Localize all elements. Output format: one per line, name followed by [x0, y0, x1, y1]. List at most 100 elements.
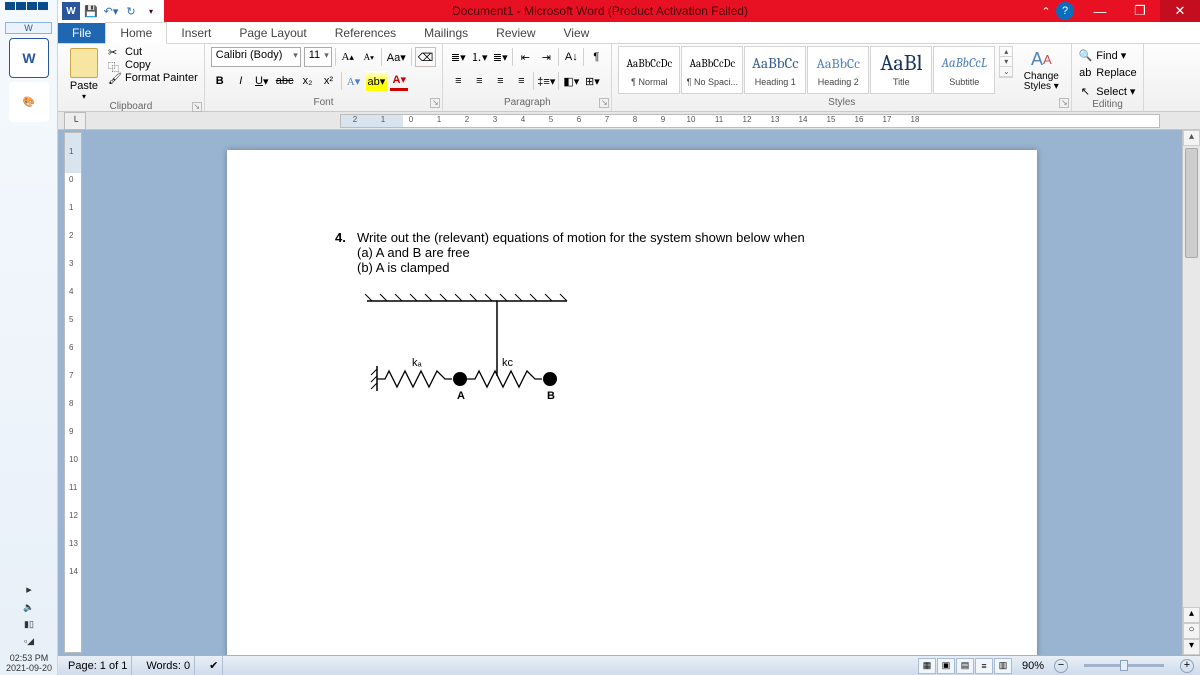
- word-app-icon[interactable]: W: [62, 2, 80, 20]
- outline-view[interactable]: ≡: [975, 658, 993, 674]
- fullscreen-reading-view[interactable]: ▣: [937, 658, 955, 674]
- prev-page-icon[interactable]: ▴: [1183, 607, 1200, 623]
- borders-button[interactable]: ⊞▾: [583, 71, 601, 91]
- bold-button[interactable]: B: [211, 71, 229, 91]
- find-icon: 🔍: [1078, 48, 1092, 62]
- undo-icon[interactable]: ↶▾: [102, 2, 120, 20]
- next-page-icon[interactable]: ▾: [1183, 639, 1200, 655]
- proofing-button[interactable]: ✔: [205, 656, 223, 675]
- change-styles-button[interactable]: AA Change Styles ▾: [1017, 46, 1065, 92]
- tab-view[interactable]: View: [550, 23, 604, 43]
- align-center-button[interactable]: ≡: [470, 71, 488, 91]
- vertical-ruler[interactable]: 2101234567891011121314: [64, 132, 82, 653]
- page-indicator[interactable]: Page: 1 of 1: [64, 656, 132, 675]
- text-effects-button[interactable]: A▾: [345, 71, 363, 91]
- tab-page-layout[interactable]: Page Layout: [225, 23, 320, 43]
- tab-review[interactable]: Review: [482, 23, 549, 43]
- bullets-button[interactable]: ≣▾: [449, 47, 467, 67]
- tab-file[interactable]: File: [58, 23, 105, 43]
- draft-view[interactable]: ▥: [994, 658, 1012, 674]
- vertical-scrollbar[interactable]: ▴ ▴ ○ ▾: [1182, 130, 1200, 655]
- web-layout-view[interactable]: ▤: [956, 658, 974, 674]
- network-icon[interactable]: ▫◢: [24, 636, 34, 647]
- grow-font-button[interactable]: A▴: [339, 47, 357, 67]
- print-layout-view[interactable]: ▦: [918, 658, 936, 674]
- minimize-button[interactable]: —: [1080, 0, 1120, 22]
- quick-access-title: W: [5, 22, 52, 34]
- numbering-button[interactable]: ⒈▾: [470, 47, 488, 67]
- paragraph-group: ≣▾ ⒈▾ ≣▾ ⇤ ⇥ A↓ ¶ ≡ ≡ ≡ ≡ ‡≡: [443, 44, 612, 111]
- horizontal-ruler[interactable]: 210123456789101112131415161718: [340, 114, 1160, 128]
- tab-references[interactable]: References: [321, 23, 410, 43]
- paint-taskbar-icon[interactable]: 🎨: [9, 82, 49, 122]
- tab-selector[interactable]: └: [64, 112, 86, 130]
- start-button[interactable]: [5, 2, 53, 20]
- system-tray[interactable]: ▸ 🔈 ▮▯ ▫◢: [0, 579, 58, 651]
- clipboard-launcher[interactable]: ↘: [192, 102, 202, 112]
- taskbar-clock[interactable]: 02:53 PM 2021-09-20: [0, 651, 58, 675]
- word-count[interactable]: Words: 0: [142, 656, 195, 675]
- align-left-button[interactable]: ≡: [449, 71, 467, 91]
- superscript-button[interactable]: x²: [320, 71, 338, 91]
- document-page[interactable]: 4. Write out the (relevant) equations of…: [227, 150, 1037, 655]
- select-button[interactable]: ↖Select ▾: [1078, 83, 1135, 99]
- ribbon-minimize-icon[interactable]: ⌃: [1036, 5, 1056, 18]
- underline-button[interactable]: U ▾: [253, 71, 271, 91]
- justify-button[interactable]: ≡: [512, 71, 530, 91]
- paste-button[interactable]: Paste ▾: [64, 46, 104, 101]
- shading-button[interactable]: ◧▾: [562, 71, 580, 91]
- find-button[interactable]: 🔍Find ▾: [1078, 47, 1126, 63]
- line-spacing-button[interactable]: ‡≡▾: [537, 71, 555, 91]
- close-button[interactable]: ✕: [1160, 0, 1200, 22]
- style-item[interactable]: AaBbCcHeading 2: [807, 46, 869, 94]
- help-icon[interactable]: ?: [1056, 2, 1074, 20]
- highlight-button[interactable]: ab▾: [366, 71, 388, 91]
- align-right-button[interactable]: ≡: [491, 71, 509, 91]
- font-size-combo[interactable]: 11: [304, 47, 332, 67]
- show-marks-button[interactable]: ¶: [587, 47, 605, 67]
- style-item[interactable]: AaBbCcDc¶ No Spaci...: [681, 46, 743, 94]
- subscript-button[interactable]: x₂: [299, 71, 317, 91]
- qat-customize-icon[interactable]: ▾: [142, 2, 160, 20]
- font-launcher[interactable]: ↘: [430, 98, 440, 108]
- multilevel-button[interactable]: ≣▾: [491, 47, 509, 67]
- save-icon[interactable]: 💾: [82, 2, 100, 20]
- replace-button[interactable]: abReplace: [1078, 65, 1136, 81]
- increase-indent-button[interactable]: ⇥: [537, 47, 555, 67]
- tab-insert[interactable]: Insert: [167, 23, 225, 43]
- change-case-button[interactable]: Aa▾: [385, 47, 408, 67]
- style-item[interactable]: AaBbCcDc¶ Normal: [618, 46, 680, 94]
- battery-icon[interactable]: ▮▯: [24, 619, 34, 630]
- font-color-button[interactable]: A▾: [390, 71, 408, 91]
- maximize-button[interactable]: ❐: [1120, 0, 1160, 22]
- word-taskbar-icon[interactable]: W: [9, 38, 49, 78]
- decrease-indent-button[interactable]: ⇤: [516, 47, 534, 67]
- tab-mailings[interactable]: Mailings: [410, 23, 482, 43]
- format-painter-button[interactable]: 🖌Format Painter: [108, 72, 198, 84]
- cut-button[interactable]: ✂Cut: [108, 46, 198, 58]
- style-item[interactable]: AaBbCcLSubtitle: [933, 46, 995, 94]
- tab-home[interactable]: Home: [105, 22, 167, 44]
- redo-icon[interactable]: ↻: [122, 2, 140, 20]
- italic-button[interactable]: I: [232, 71, 250, 91]
- zoom-in-button[interactable]: +: [1180, 659, 1194, 673]
- strikethrough-button[interactable]: abc: [274, 71, 296, 91]
- sound-icon[interactable]: 🔈: [23, 602, 34, 613]
- shrink-font-button[interactable]: A▾: [360, 47, 378, 67]
- sort-button[interactable]: A↓: [562, 47, 580, 67]
- zoom-level[interactable]: 90%: [1022, 660, 1044, 672]
- browse-object-icon[interactable]: ○: [1183, 623, 1200, 639]
- zoom-slider[interactable]: [1084, 664, 1164, 667]
- scroll-thumb[interactable]: [1185, 148, 1198, 258]
- copy-button[interactable]: ⿻Copy: [108, 59, 198, 71]
- clear-formatting-button[interactable]: ⌫: [415, 47, 437, 67]
- font-name-combo[interactable]: Calibri (Body): [211, 47, 301, 67]
- paragraph-launcher[interactable]: ↘: [599, 98, 609, 108]
- tray-arrow-icon[interactable]: ▸: [26, 583, 32, 596]
- style-item[interactable]: AaBbCcHeading 1: [744, 46, 806, 94]
- style-gallery-more[interactable]: ▴▾⌄: [999, 46, 1013, 78]
- zoom-out-button[interactable]: −: [1054, 659, 1068, 673]
- style-item[interactable]: AaBlTitle: [870, 46, 932, 94]
- scroll-up-icon[interactable]: ▴: [1183, 130, 1200, 146]
- styles-launcher[interactable]: ↘: [1059, 98, 1069, 108]
